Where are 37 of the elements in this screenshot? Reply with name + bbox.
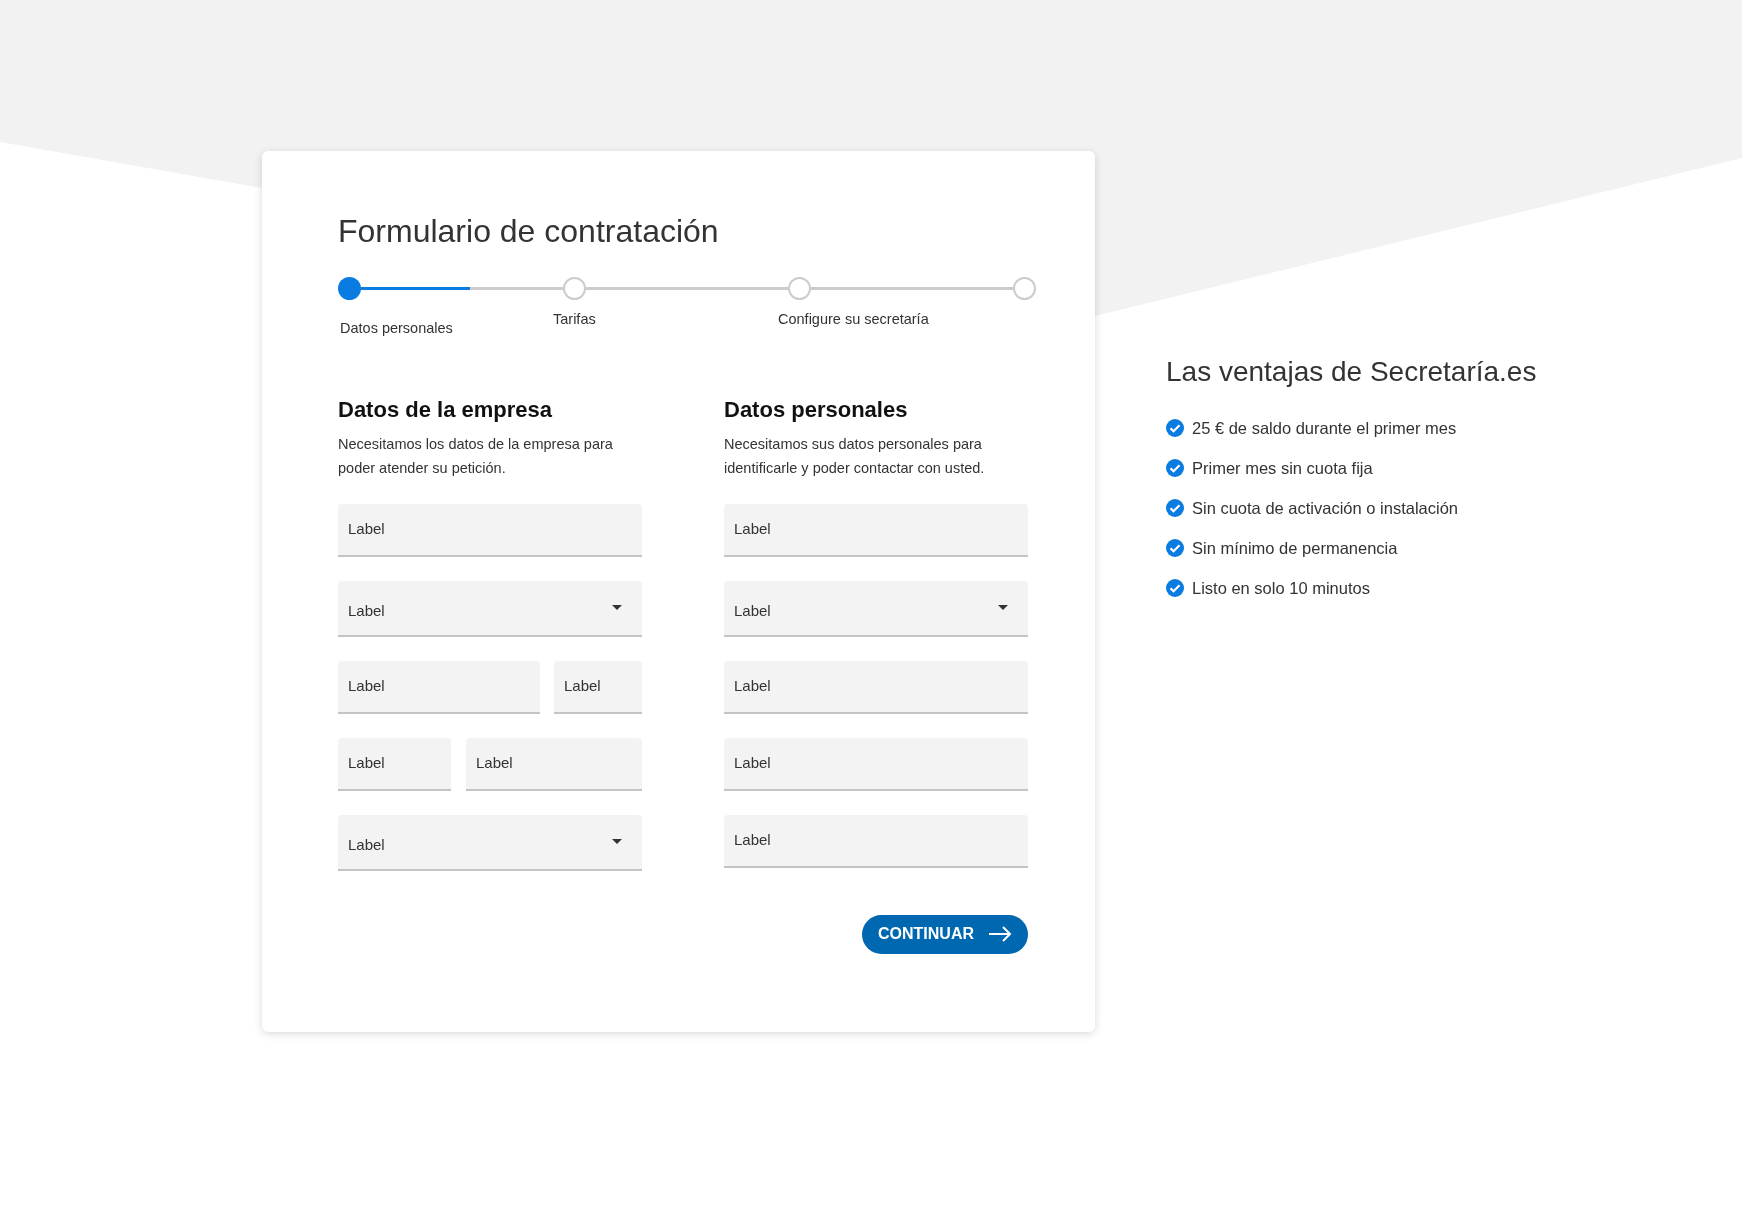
input-field[interactable]: Label [724, 737, 1028, 791]
section-description: Necesitamos sus datos personales para identificarle y poder contactar con usted. [724, 434, 986, 478]
step-label: Datos personales [340, 319, 453, 338]
input-field[interactable]: Label [724, 814, 1028, 868]
dropdown-caret-icon [612, 605, 622, 611]
check-circle-icon [1166, 419, 1184, 437]
input-field[interactable]: Label [554, 660, 642, 714]
input-field[interactable]: Label [466, 737, 642, 791]
select-field[interactable]: Label [724, 580, 1028, 637]
benefits-title: Las ventajas de Secretaría.es [1166, 355, 1537, 389]
form-title: Formulario de contratación [338, 212, 720, 251]
dropdown-caret-icon [998, 605, 1008, 611]
section-heading: Datos personales [724, 395, 909, 424]
arrow-right-icon [988, 926, 1012, 943]
section-description: Necesitamos los datos de la empresa para poder atender su petición. [338, 434, 614, 478]
section-heading: Datos de la empresa [338, 395, 553, 424]
input-field[interactable]: Label [724, 503, 1028, 557]
input-field[interactable]: Label [724, 660, 1028, 714]
input-field[interactable]: Label [338, 737, 451, 791]
check-circle-icon [1166, 579, 1184, 597]
step-label: Tarifas [553, 310, 596, 329]
select-field[interactable]: Label [338, 814, 642, 871]
input-field[interactable]: Label [338, 503, 642, 557]
benefit-text: Primer mes sin cuota fija [1192, 457, 1373, 479]
dropdown-caret-icon [612, 839, 622, 845]
input-field[interactable]: Label [338, 660, 540, 714]
check-circle-icon [1166, 459, 1184, 477]
continue-button[interactable]: CONTINUAR [862, 914, 1028, 954]
step-indicator[interactable] [338, 277, 361, 300]
check-circle-icon [1166, 539, 1184, 557]
benefit-text: Sin cuota de activación o instalación [1192, 497, 1458, 519]
check-circle-icon [1166, 499, 1184, 517]
step-label: Configure su secretaría [778, 310, 929, 329]
benefit-text: Sin mínimo de permanencia [1192, 537, 1398, 559]
select-field[interactable]: Label [338, 580, 642, 637]
benefit-text: 25 € de saldo durante el primer mes [1192, 417, 1457, 439]
benefit-text: Listo en solo 10 minutos [1192, 577, 1370, 599]
